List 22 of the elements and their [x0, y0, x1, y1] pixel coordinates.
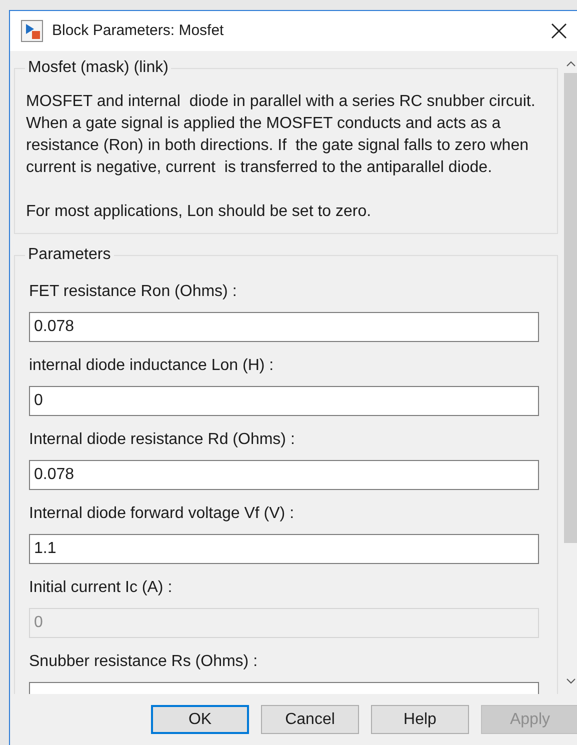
scroll-down-icon	[566, 678, 576, 684]
field-label: Internal diode resistance Rd (Ohms) :	[29, 430, 296, 450]
input-field[interactable]: 0.078	[29, 460, 539, 490]
dialog-button[interactable]: Help	[371, 705, 469, 734]
field-label: internal diode inductance Lon (H) :	[29, 356, 275, 376]
input-field[interactable]: 0.078	[29, 312, 539, 342]
description-text: For most applications, Lon should be set to zero.	[26, 202, 372, 222]
window-title: Block Parameters: Mosfet	[52, 20, 224, 41]
field-label: Internal diode forward voltage Vf (V) :	[29, 504, 296, 524]
field-label: Snubber resistance Rs (Ohms) :	[29, 652, 259, 672]
field-label: Initial current Ic (A) :	[29, 578, 174, 598]
input-field[interactable]: 0	[29, 386, 539, 416]
scroll-up-icon	[566, 61, 576, 67]
dialog-button[interactable]: Cancel	[261, 705, 359, 734]
scrollbar-thumb[interactable]	[564, 73, 577, 543]
block-icon	[21, 20, 43, 42]
close-icon	[551, 23, 567, 39]
input-field[interactable]: 1.1	[29, 534, 539, 564]
field-label: FET resistance Ron (Ohms) :	[29, 282, 238, 302]
description-text: MOSFET and internal diode in parallel with a series RC snubber circuit. When a gate signal is applied the MOSFET conducts and acts as a resistance (Ron) in both directions. If the gate signal falls to zero when current is negative, current is transferred to the antiparallel diode.	[26, 92, 536, 178]
dialog-button[interactable]: OK	[151, 705, 249, 734]
group-title: Mosfet (mask) (link)	[25, 58, 172, 78]
